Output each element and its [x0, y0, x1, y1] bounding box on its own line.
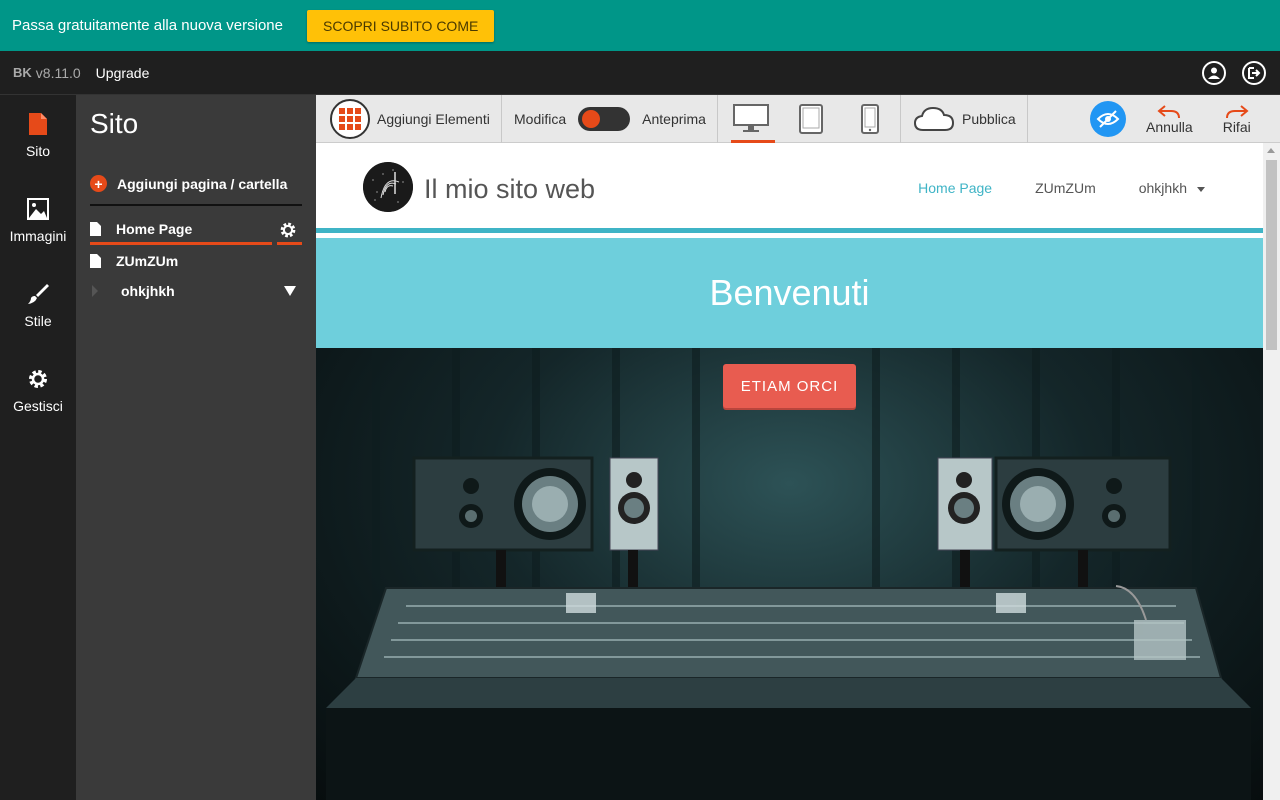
- mobile-icon: [861, 103, 880, 134]
- scroll-thumb[interactable]: [1266, 160, 1277, 350]
- promo-bar: Passa gratuitamente alla nuova versione …: [0, 0, 1280, 51]
- site-nav: Home Page ZUmZUm ohkjhkh: [918, 180, 1205, 196]
- upgrade-link[interactable]: Upgrade: [96, 65, 150, 81]
- rail-label: Immagini: [9, 228, 67, 244]
- document-icon: [90, 222, 101, 236]
- image-icon: [27, 198, 49, 220]
- mobile-view-button[interactable]: [840, 95, 900, 143]
- brush-icon: [28, 284, 49, 304]
- rail-label: Stile: [24, 313, 52, 329]
- desktop-icon: [732, 103, 769, 132]
- logout-icon[interactable]: [1242, 61, 1266, 85]
- preview-scrollbar[interactable]: [1263, 143, 1280, 800]
- toggle-knob: [582, 109, 601, 128]
- app-logo: BK: [13, 65, 32, 80]
- redo-icon: [1225, 104, 1249, 118]
- rail-label: Gestisci: [13, 398, 63, 414]
- tablet-icon: [798, 103, 823, 134]
- page-item-zumzum[interactable]: ZUmZUm: [90, 246, 302, 276]
- publish-label: Pubblica: [962, 110, 1016, 127]
- edit-mode-label: Modifica: [514, 110, 567, 127]
- page-item-home[interactable]: Home Page: [90, 214, 302, 244]
- hero-title: Benvenuti: [709, 272, 870, 313]
- site-nav-zumzum[interactable]: ZUmZUm: [1035, 180, 1096, 196]
- add-page-button[interactable]: + Aggiungi pagina / cartella: [90, 175, 287, 192]
- rail-item-immagini[interactable]: Immagini: [0, 180, 76, 265]
- appbar-actions: [1202, 61, 1266, 85]
- app-version: v8.11.0: [35, 64, 81, 81]
- cloud-icon: [913, 106, 955, 131]
- site-nav-label: ohkjhkh: [1138, 180, 1187, 196]
- page-settings-gear-icon[interactable]: [279, 221, 297, 244]
- desktop-view-button[interactable]: [721, 95, 781, 143]
- plus-icon: +: [90, 175, 107, 192]
- gear-icon: [29, 370, 47, 388]
- discover-button[interactable]: SCOPRI SUBITO COME: [307, 9, 495, 42]
- add-elements-label: Aggiungi Elementi: [377, 110, 490, 127]
- add-page-label: Aggiungi pagina / cartella: [117, 175, 288, 192]
- page-label: ZUmZUm: [116, 253, 179, 269]
- editor-toolbar: Aggiungi Elementi Modifica Anteprima Pub…: [316, 94, 1280, 143]
- rail-label: Sito: [25, 143, 51, 159]
- sidebar-divider: [90, 204, 302, 206]
- site-name: Il mio sito web: [424, 174, 596, 204]
- device-switcher: [718, 94, 901, 143]
- redo-button[interactable]: Rifai: [1223, 103, 1251, 135]
- site-nav-ohkjhkh[interactable]: ohkjhkh: [1139, 180, 1205, 196]
- document-icon: [90, 254, 101, 268]
- undo-label: Annulla: [1146, 118, 1193, 135]
- site-nav-home[interactable]: Home Page: [918, 180, 992, 196]
- cta-button[interactable]: ETIAM ORCI: [723, 364, 856, 408]
- folder-expand-icon[interactable]: [92, 285, 98, 297]
- undo-icon: [1157, 104, 1181, 118]
- studio-image: ETIAM ORCI: [316, 348, 1263, 800]
- document-icon: [29, 113, 47, 135]
- chevron-down-icon: [1197, 186, 1205, 192]
- preview-mode-label: Anteprima: [642, 110, 706, 127]
- chevron-down-icon[interactable]: [284, 286, 296, 296]
- hidden-eye-icon[interactable]: [1090, 100, 1126, 137]
- scroll-up-icon[interactable]: [1267, 148, 1275, 153]
- page-label: ohkjhkh: [121, 283, 175, 299]
- rail-item-gestisci[interactable]: Gestisci: [0, 350, 76, 435]
- undo-button[interactable]: Annulla: [1146, 103, 1193, 135]
- site-sidebar: Sito + Aggiungi pagina / cartella Home P…: [76, 95, 316, 800]
- redo-label: Rifai: [1222, 118, 1251, 135]
- site-header: Il mio sito web Home Page ZUmZUm ohkjhkh: [316, 143, 1263, 233]
- publish-button[interactable]: Pubblica: [901, 94, 1028, 143]
- site-preview: Il mio sito web Home Page ZUmZUm ohkjhkh…: [316, 143, 1263, 800]
- user-icon[interactable]: [1202, 61, 1226, 85]
- settings-indicator: [277, 242, 302, 245]
- mode-switch: Modifica Anteprima: [502, 94, 718, 143]
- rail-item-sito[interactable]: Sito: [0, 95, 76, 180]
- site-logo[interactable]: [363, 162, 413, 212]
- page-item-ohkjhkh[interactable]: ohkjhkh: [90, 276, 302, 306]
- add-elements-button[interactable]: Aggiungi Elementi: [316, 94, 502, 143]
- active-page-indicator: [90, 242, 272, 245]
- tablet-view-button[interactable]: [781, 95, 841, 143]
- studio-illustration: [326, 348, 1251, 800]
- hero-band: Benvenuti: [316, 238, 1263, 348]
- page-label: Home Page: [116, 221, 193, 237]
- mode-toggle[interactable]: [578, 106, 631, 131]
- left-rail: Sito Immagini Stile Gestisci: [0, 95, 76, 800]
- app-bar: BK v8.11.0 Upgrade: [0, 51, 1280, 95]
- promo-text: Passa gratuitamente alla nuova versione: [12, 17, 283, 34]
- grid-icon: [330, 98, 370, 139]
- rail-item-stile[interactable]: Stile: [0, 265, 76, 350]
- sidebar-title: Sito: [90, 108, 139, 139]
